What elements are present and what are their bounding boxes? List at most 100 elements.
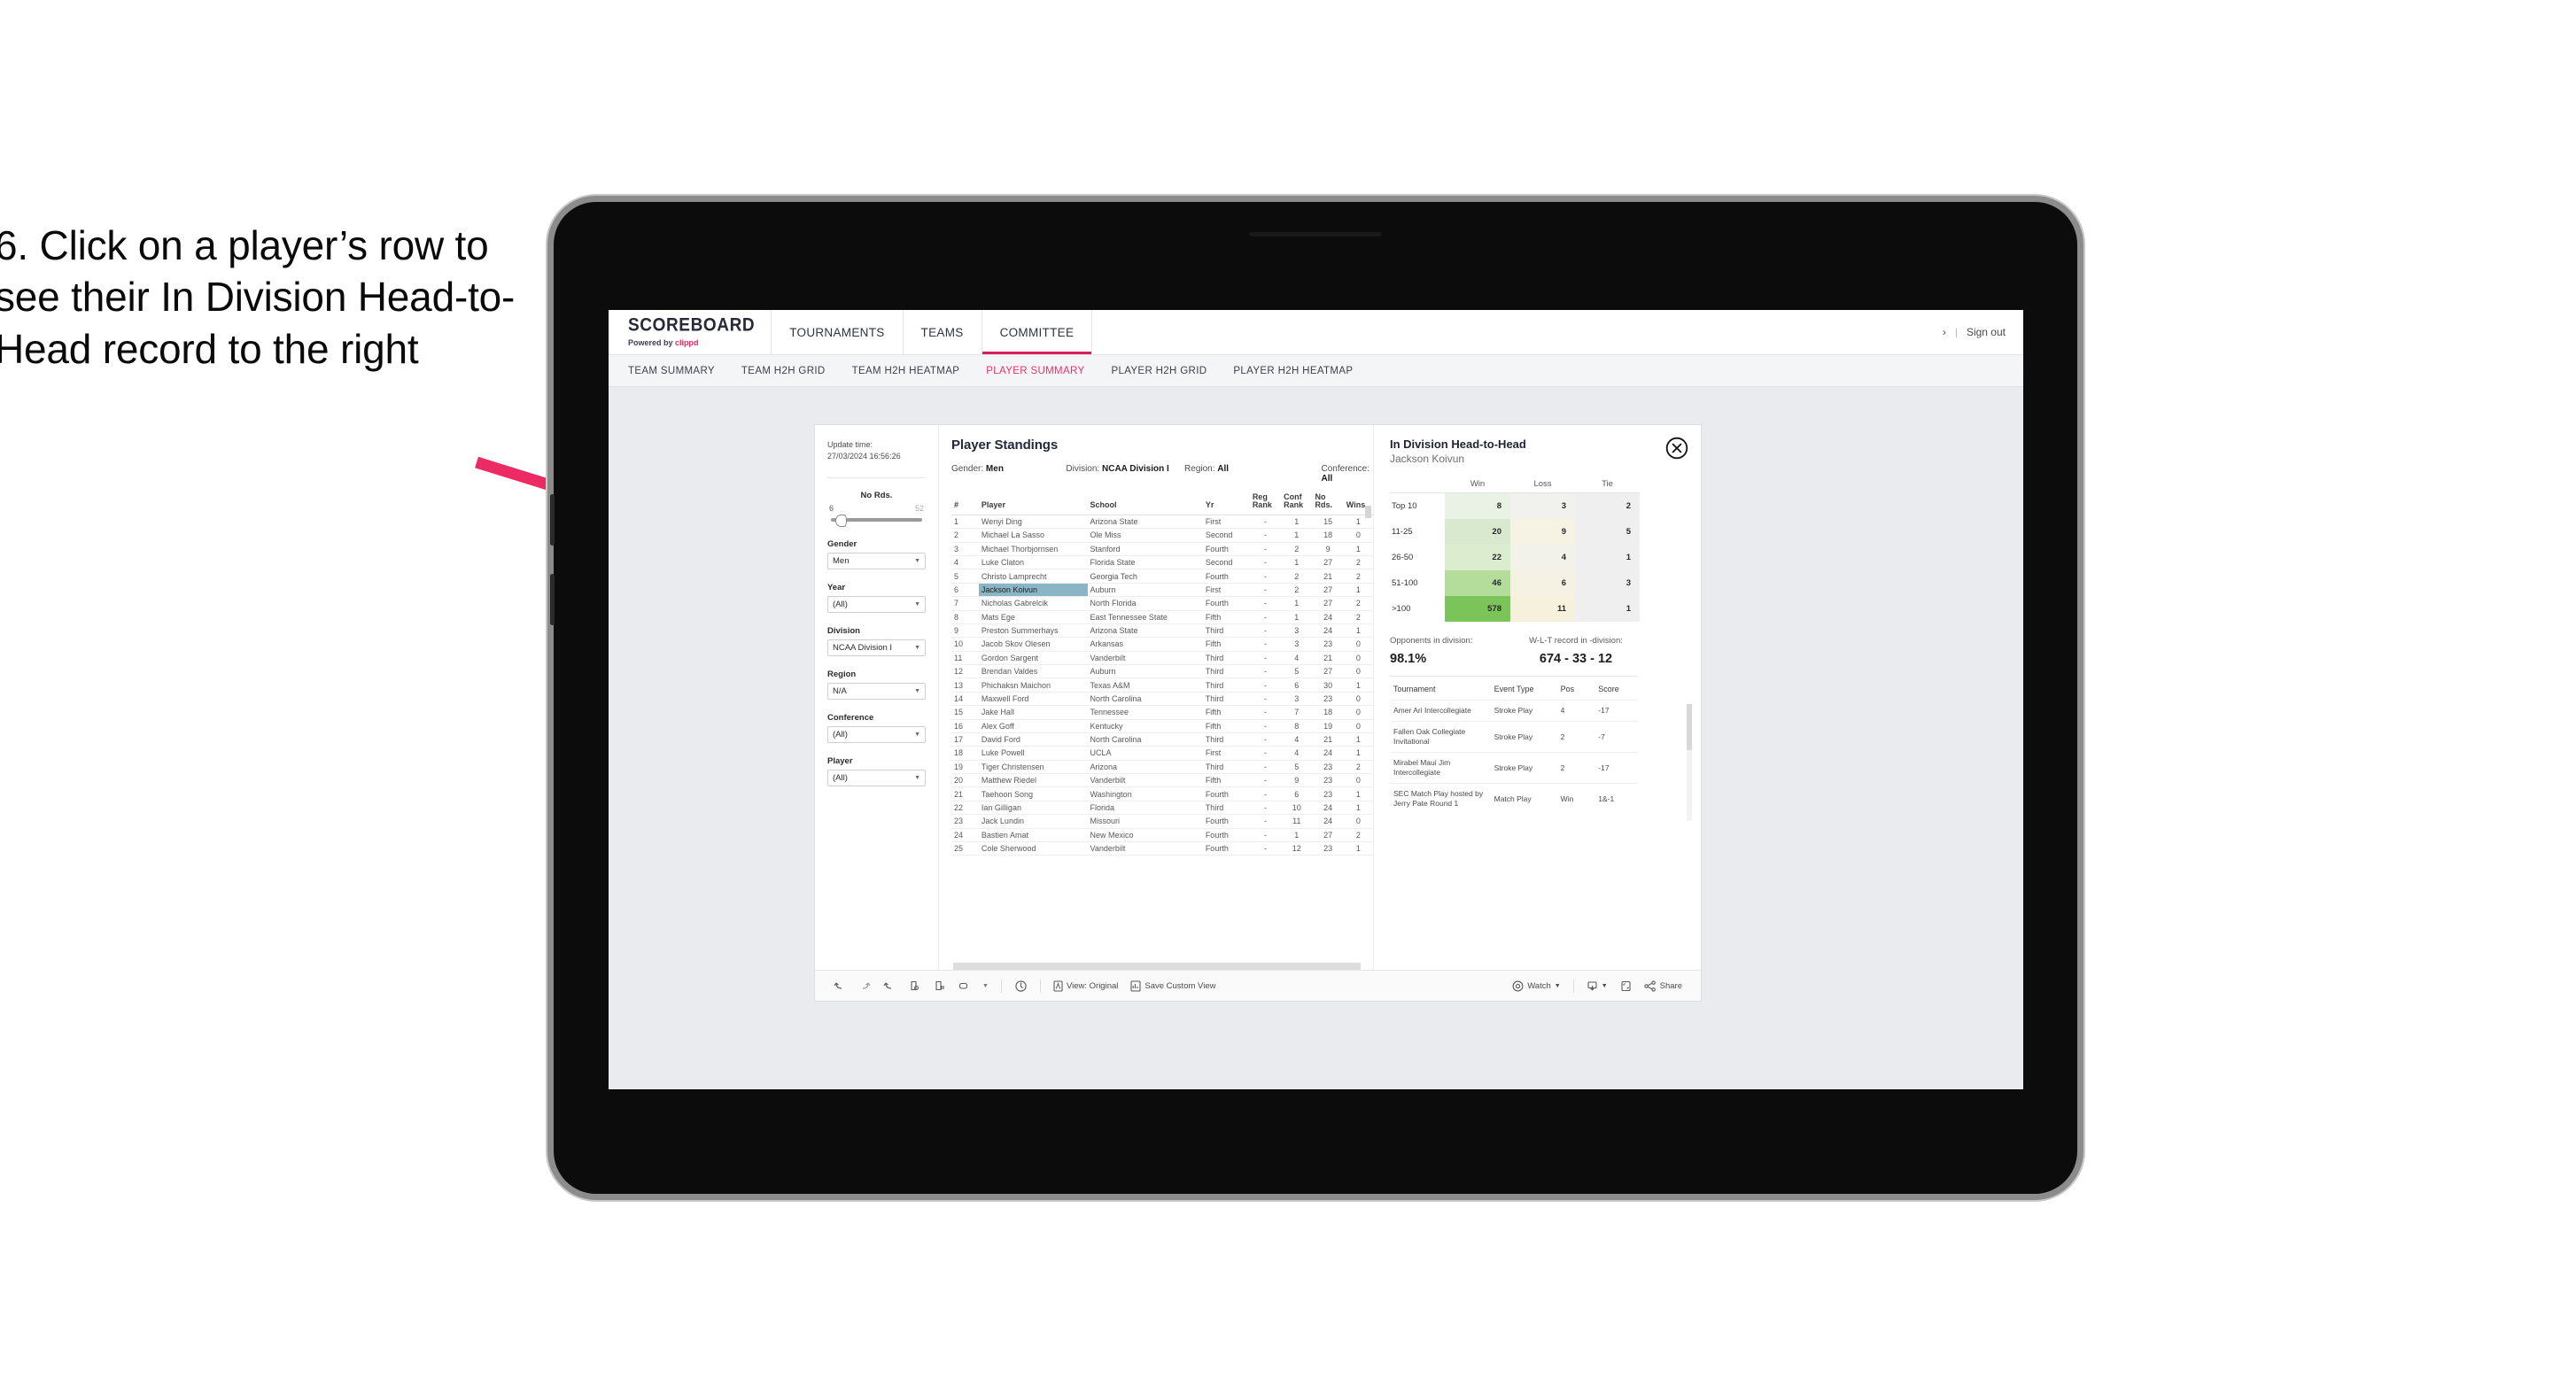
table-row[interactable]: 11 Gordon Sargent Vanderbilt Third -4 21 0 [951, 651, 1373, 666]
conference-value: (All) [833, 730, 848, 740]
table-row[interactable]: 12 Brendan Valdes Auburn Third -5 27 0 [951, 664, 1373, 679]
table-row[interactable]: 16 Alex Goff Kentucky Fifth -8 19 0 [951, 719, 1373, 733]
tab-team-h2h-heatmap[interactable]: TEAM H2H HEATMAP [852, 366, 960, 376]
tournament-row[interactable]: SEC Match Play hosted by Jerry Pate Roun… [1390, 783, 1638, 815]
cell-year: Third [1202, 623, 1250, 639]
year-select[interactable]: (All) ▼ [827, 596, 926, 614]
pause-refresh-icon[interactable] [927, 979, 951, 992]
table-row[interactable]: 21 Taehoon Song Washington Fourth -6 23 1 [951, 786, 1373, 801]
table-row[interactable]: 2 Michael La Sasso Ole Miss Second -1 18 0 [951, 528, 1373, 543]
table-row[interactable]: 14 Maxwell Ford North Carolina Third -3 23 0 [951, 692, 1373, 707]
undo-icon[interactable] [827, 979, 852, 992]
conference-select[interactable]: (All) ▼ [827, 726, 926, 744]
tournament-row[interactable]: Amer Ari Intercollegiate Stroke Play 4 -17 [1390, 699, 1638, 722]
table-row[interactable]: 6 Jackson Koivun Auburn First -2 27 1 [951, 583, 1373, 598]
revert-icon[interactable] [877, 979, 902, 992]
update-time-value: 27/03/2024 16:56:26 [827, 452, 901, 461]
refresh-data-icon[interactable] [902, 979, 927, 992]
table-row[interactable]: 25 Cole Sherwood Vanderbilt Fourth -12 23 1 [951, 841, 1373, 856]
table-row[interactable]: 9 Preston Summerhays Arizona State Third -3 2… [951, 623, 1373, 639]
table-head: # Player School Yr Reg Rank Conf Rank No Rd… [951, 492, 1373, 515]
app-header: SCOREBOARD Powered by clippd TOURNAMENTS… [609, 310, 2023, 355]
table-row[interactable]: 7 Nicholas Gabrelcik North Florida Fourth -1… [951, 596, 1373, 611]
redo-icon[interactable] [852, 979, 877, 992]
table-row[interactable]: 10 Jacob Skov Olesen Arkansas Fifth -3 23 0 [951, 637, 1373, 652]
tab-player-h2h-heatmap[interactable]: PLAYER H2H HEATMAP [1233, 366, 1353, 376]
tournament-row[interactable]: Fallen Oak Collegiate Invitational Stroke… [1390, 721, 1638, 753]
table-row[interactable]: 18 Luke Powell UCLA First -4 24 1 [951, 746, 1373, 761]
tournament-row[interactable]: Mirabel Maui Jim Intercollegiate Stroke P… [1390, 752, 1638, 784]
col-school[interactable]: School [1087, 492, 1203, 515]
filter-gender: Gender Men ▼ [827, 539, 926, 570]
t: # [954, 500, 959, 510]
tab-player-summary[interactable]: PLAYER SUMMARY [986, 366, 1084, 376]
brand-subtitle: Powered by clippd [628, 338, 755, 347]
share-button[interactable]: Share [1638, 979, 1688, 992]
h2h-win-cell: 8 [1445, 492, 1510, 519]
download-button[interactable]: ▼ [1580, 980, 1614, 992]
share-label: Share [1659, 980, 1682, 991]
cell-conf-rank: 12 [1281, 841, 1313, 856]
region-select[interactable]: N/A ▼ [827, 683, 926, 701]
table-row[interactable]: 22 Ian Gilligan Florida Third -10 24 1 [951, 801, 1373, 816]
table-row[interactable]: 3 Michael Thorbjornsen Stanford Fourth -2 9 1 [951, 542, 1373, 557]
close-circle-icon[interactable] [1665, 437, 1688, 460]
table-row[interactable]: 15 Jake Hall Tennessee Fifth -7 18 0 [951, 705, 1373, 720]
sign-out-link[interactable]: Sign out [1967, 326, 2006, 338]
t2: Rank [1252, 500, 1272, 510]
nav-item-tournaments[interactable]: TOURNAMENTS [772, 310, 904, 354]
highlight-icon[interactable] [951, 979, 976, 992]
cell-wins: 1 [1343, 542, 1373, 557]
no-rounds-slider-handle[interactable] [835, 515, 848, 528]
col-year[interactable]: Yr [1202, 492, 1250, 515]
tournament-scrollbar[interactable] [1687, 704, 1692, 750]
view-original-button[interactable]: View: Original [1047, 979, 1124, 992]
col-no-rounds[interactable]: No Rds. [1312, 492, 1344, 515]
table-vertical-scrollbar[interactable] [1365, 506, 1371, 518]
save-custom-view-button[interactable]: Save Custom View [1124, 979, 1222, 992]
watch-button[interactable]: Watch ▼ [1506, 980, 1567, 992]
col-player[interactable]: Player [978, 492, 1088, 515]
cell-reg-rank: - [1249, 705, 1282, 720]
nav-item-committee[interactable]: COMMITTEE [982, 310, 1093, 354]
info-icon[interactable] [1008, 979, 1034, 993]
cell-conf-rank: 9 [1281, 773, 1313, 788]
tab-player-h2h-grid[interactable]: PLAYER H2H GRID [1111, 366, 1207, 376]
table-row[interactable]: 17 David Ford North Carolina Third -4 21 1 [951, 732, 1373, 747]
col-conf-rank[interactable]: Conf Rank [1281, 492, 1313, 515]
table-row[interactable]: 13 Phichaksn Maichon Texas A&M Third -6 30 1 [951, 678, 1373, 693]
cell-school: New Mexico [1087, 828, 1203, 842]
col-reg-rank[interactable]: Reg Rank [1249, 492, 1282, 515]
fullscreen-button[interactable] [1614, 980, 1638, 992]
account-caret-icon[interactable]: › [1943, 326, 1946, 338]
table-row[interactable]: 4 Luke Claton Florida State Second -1 27 2 [951, 555, 1373, 570]
cell-no-rounds: 23 [1312, 637, 1344, 652]
h2h-band-label: 11-25 [1392, 527, 1413, 537]
tab-team-h2h-grid[interactable]: TEAM H2H GRID [741, 366, 826, 376]
player-select[interactable]: (All) ▼ [827, 770, 926, 787]
table-horizontal-scrollbar[interactable] [953, 963, 1361, 970]
gender-select[interactable]: Men ▼ [827, 553, 926, 570]
col-rank[interactable]: # [951, 492, 979, 515]
cell-year: Fifth [1202, 637, 1250, 652]
table-row[interactable]: 19 Tiger Christensen Arizona Third -5 23 2 [951, 760, 1373, 775]
nav-item-teams[interactable]: TEAMS [904, 310, 982, 354]
brand-logo: SCOREBOARD Powered by clippd [609, 310, 772, 354]
table-row[interactable]: 24 Bastien Amat New Mexico Fourth -1 27 2 [951, 828, 1373, 842]
save-icon [1130, 979, 1141, 992]
cell-conf-rank: 3 [1281, 692, 1313, 707]
table-row[interactable]: 1 Wenyi Ding Arizona State First -1 15 1 [951, 515, 1373, 530]
cell-school: Georgia Tech [1087, 569, 1203, 584]
division-value: NCAA Division I [833, 643, 893, 654]
tab-team-summary[interactable]: TEAM SUMMARY [628, 366, 715, 376]
table-row[interactable]: 8 Mats Ege East Tennessee State Fifth -1 24 2 [951, 610, 1373, 624]
col-tournament: Tournament [1393, 685, 1436, 693]
table-row[interactable]: 20 Matthew Riedel Vanderbilt Fifth -9 23 0 [951, 773, 1373, 788]
table-row[interactable]: 5 Christo Lamprecht Georgia Tech Fourth -2 21… [951, 569, 1373, 584]
no-rounds-slider-track[interactable] [831, 515, 922, 528]
brand-title: SCOREBOARD [628, 314, 756, 337]
caret-down-icon[interactable]: ▼ [976, 983, 995, 989]
visualization-body: Update time: 27/03/2024 16:56:26 No Rds.… [815, 425, 1701, 970]
division-select[interactable]: NCAA Division I ▼ [827, 639, 926, 657]
table-row[interactable]: 23 Jack Lundin Missouri Fourth -11 24 0 [951, 814, 1373, 829]
